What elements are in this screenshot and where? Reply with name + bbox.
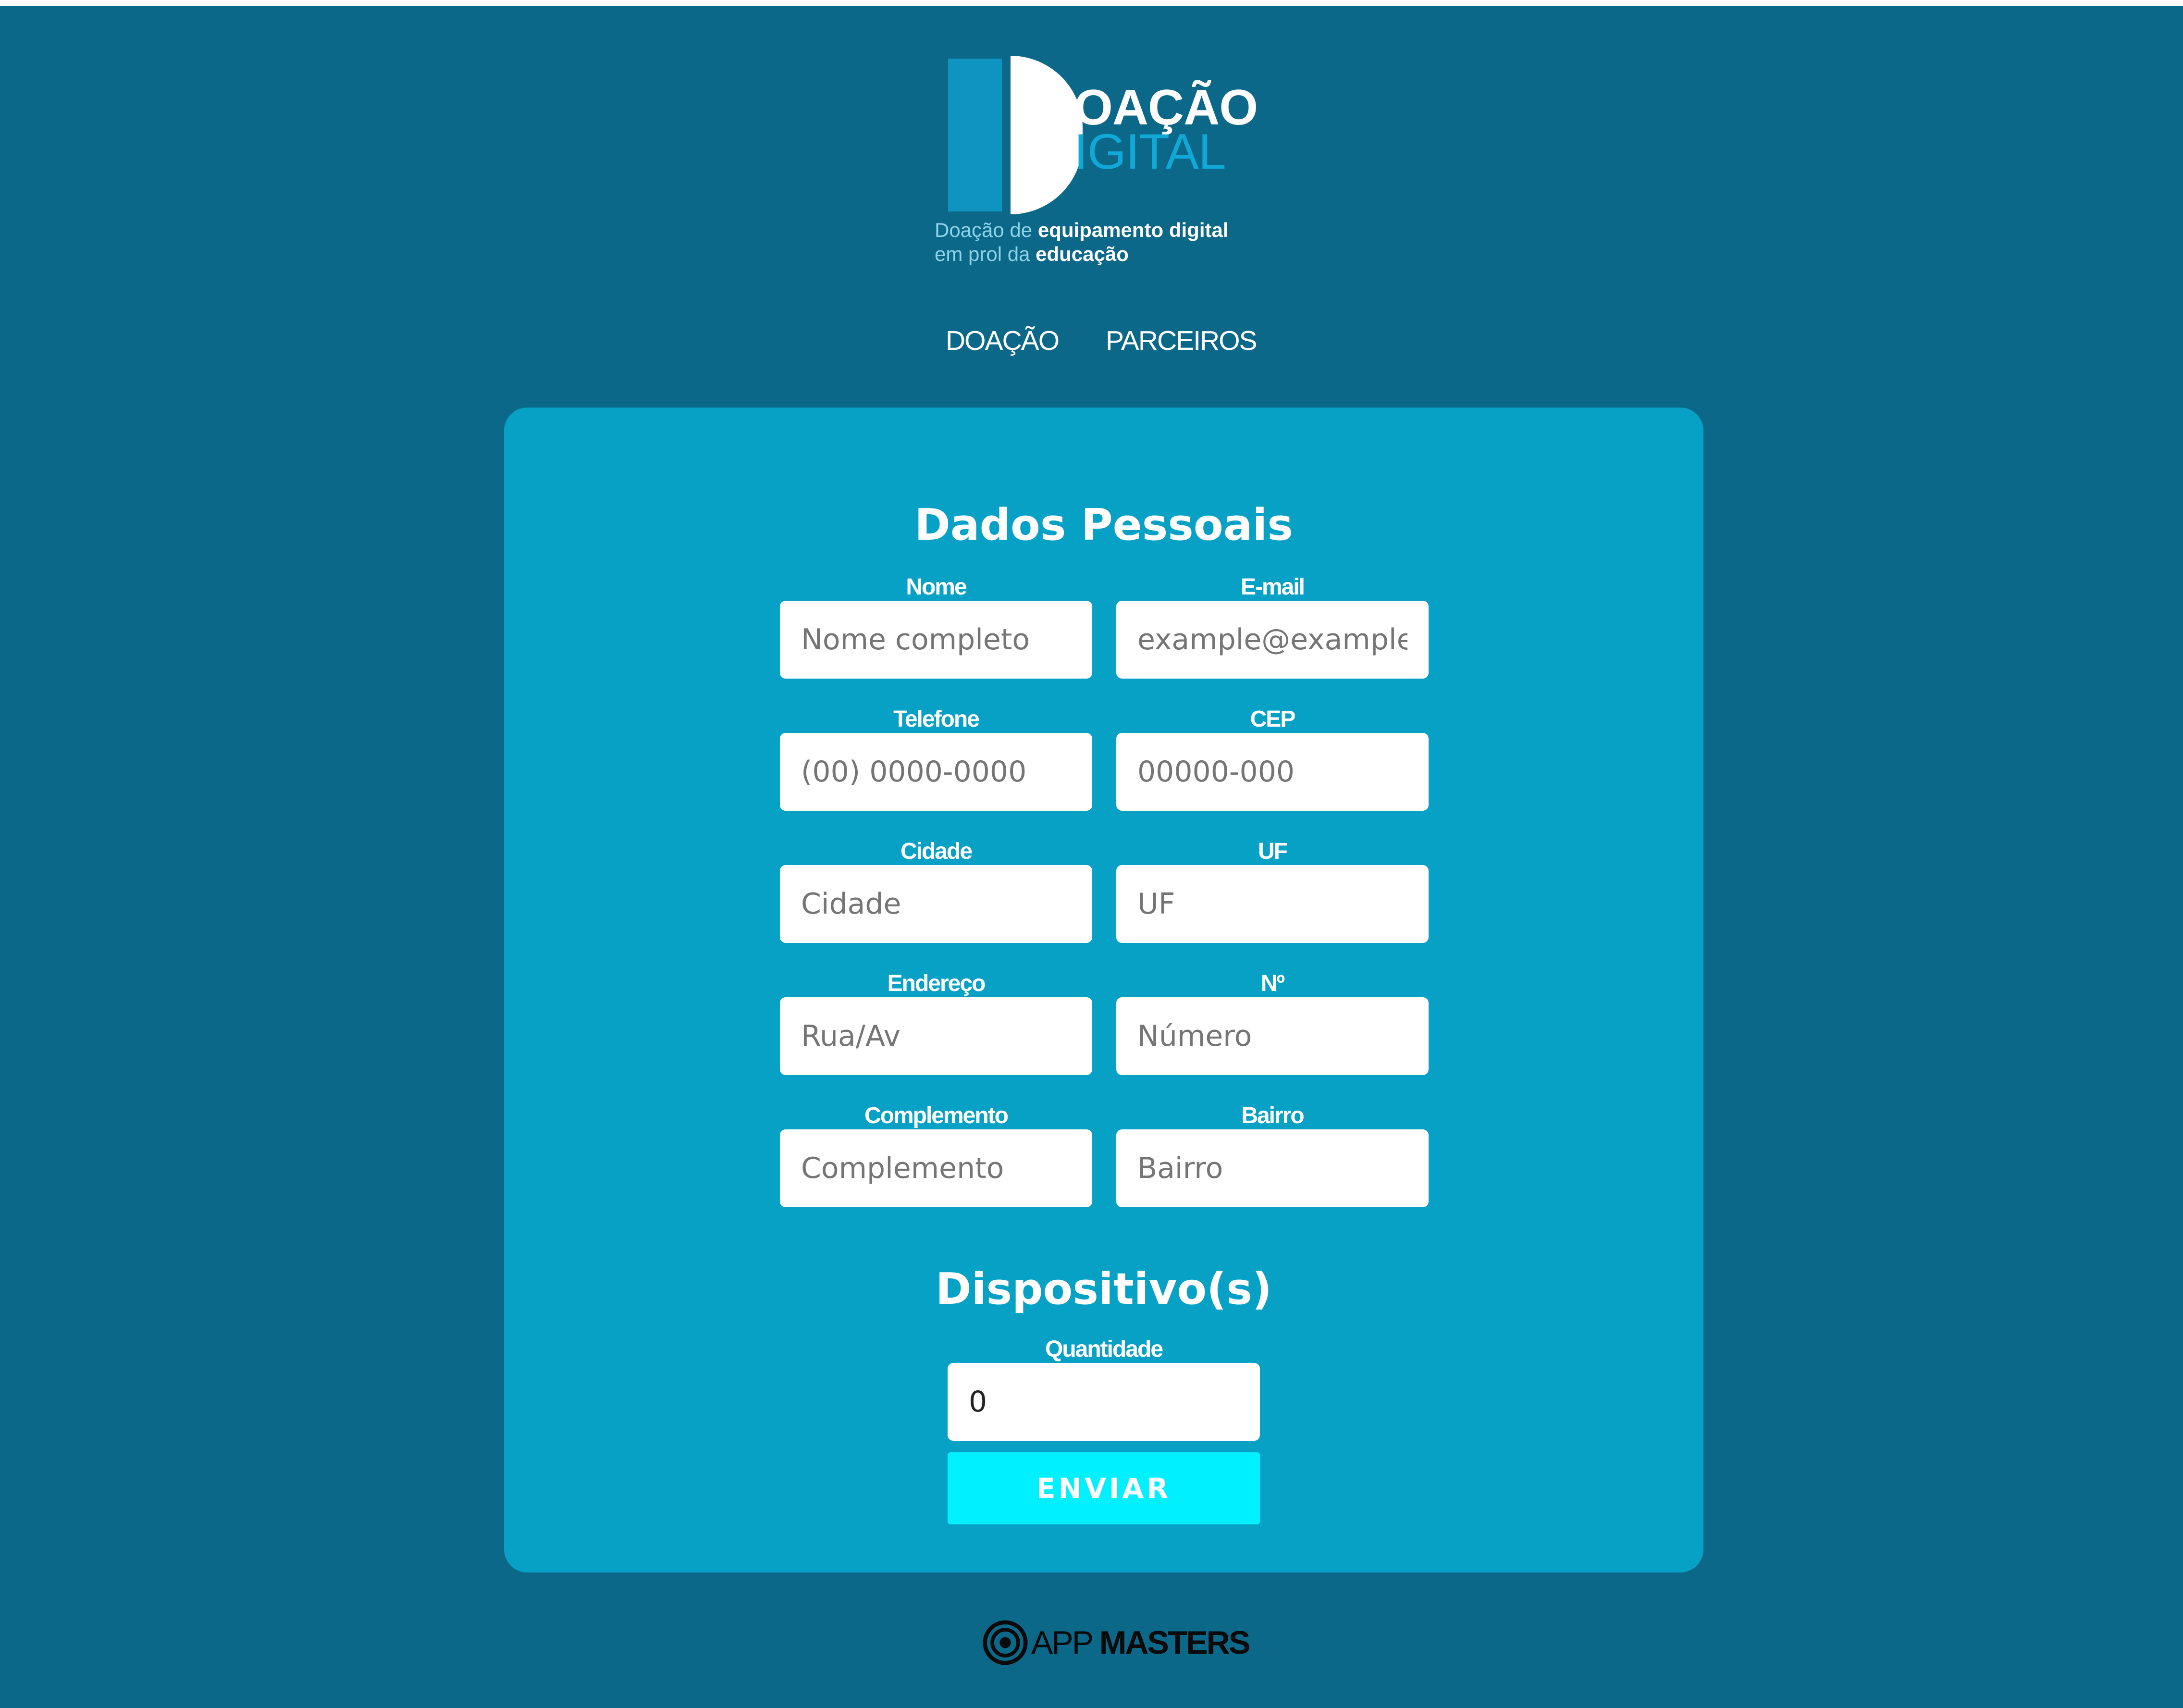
nav-link-doacao[interactable]: DOAÇÃO: [946, 325, 1060, 357]
submit-button[interactable]: ENVIAR: [948, 1452, 1260, 1524]
footer-brand: APP MASTERS: [982, 1620, 1250, 1666]
neighborhood-input[interactable]: [1116, 1129, 1429, 1207]
footer-brand-light: APP: [1031, 1624, 1099, 1661]
number-label: Nº: [1260, 971, 1285, 996]
complement-field-group: Complemento: [780, 1102, 1092, 1207]
phone-field-group: Telefone: [780, 706, 1092, 811]
logo-bar: [948, 59, 1002, 211]
tagline-line1: Doação de equipamento digital: [935, 218, 1229, 242]
donation-form-card: Dados Pessoais Nome E-mail Telefone CEP …: [504, 408, 1703, 1572]
quantity-field-group: Quantidade: [948, 1336, 1260, 1441]
tagline-line2: em prol da educação: [935, 242, 1229, 266]
neighborhood-label: Bairro: [1241, 1103, 1304, 1128]
cep-field-group: CEP: [1116, 706, 1429, 811]
city-input[interactable]: [780, 865, 1092, 943]
email-field-group: E-mail: [1116, 574, 1429, 679]
tagline-line2-light: em prol da: [935, 243, 1036, 265]
uf-input[interactable]: [1116, 865, 1429, 943]
tagline-line1-bold: equipamento digital: [1037, 219, 1229, 241]
cep-input[interactable]: [1116, 733, 1429, 811]
cep-label: CEP: [1250, 706, 1296, 732]
complement-label: Complemento: [864, 1103, 1009, 1128]
number-field-group: Nº: [1116, 970, 1429, 1075]
address-field-group: Endereço: [780, 970, 1092, 1075]
logo-mark: [948, 56, 1092, 214]
tagline-line2-bold: educação: [1036, 243, 1129, 265]
footer-brand-text: APP MASTERS: [1031, 1624, 1250, 1661]
logo-word-line2: IGITAL: [1074, 124, 1226, 180]
quantity-label: Quantidade: [1045, 1337, 1163, 1362]
city-field-group: Cidade: [780, 838, 1092, 943]
tagline-line1-light: Doação de: [935, 219, 1038, 241]
complement-input[interactable]: [780, 1129, 1092, 1207]
name-label: Nome: [906, 574, 967, 600]
main-nav: DOAÇÃO PARCEIROS: [946, 325, 1258, 357]
uf-field-group: UF: [1116, 838, 1429, 943]
name-input[interactable]: [780, 601, 1092, 679]
email-label: E-mail: [1240, 574, 1305, 600]
address-input[interactable]: [780, 997, 1092, 1075]
app-masters-logo-icon: [983, 1620, 1028, 1665]
logo-tagline: Doação de equipamento digital em prol da…: [935, 218, 1229, 266]
uf-label: UF: [1258, 839, 1288, 864]
name-field-group: Nome: [780, 574, 1092, 679]
phone-label: Telefone: [893, 706, 980, 732]
city-label: Cidade: [900, 839, 973, 864]
nav-link-parceiros[interactable]: PARCEIROS: [1106, 325, 1258, 357]
footer-brand-bold: MASTERS: [1099, 1624, 1250, 1661]
logo: OAÇÃO IGITAL Doação de equipamento digit…: [935, 52, 1281, 273]
address-label: Endereço: [887, 971, 986, 996]
email-input[interactable]: [1116, 601, 1429, 679]
quantity-input[interactable]: [948, 1363, 1260, 1441]
number-input[interactable]: [1116, 997, 1429, 1075]
phone-input[interactable]: [780, 733, 1092, 811]
devices-title: Dispositivo(s): [935, 1264, 1272, 1314]
logo-letter-d: [1011, 56, 1083, 214]
neighborhood-field-group: Bairro: [1116, 1102, 1429, 1207]
personal-data-title: Dados Pessoais: [914, 500, 1293, 550]
